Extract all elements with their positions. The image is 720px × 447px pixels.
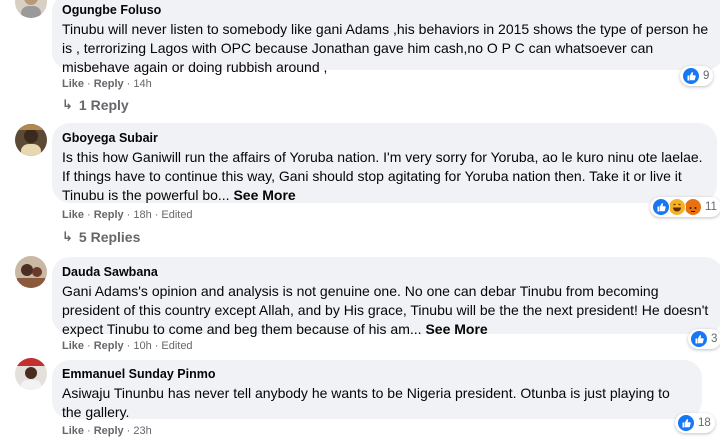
comment-text: Tinubu will never listen to somebody lik… <box>62 21 709 75</box>
reaction-count: 3 <box>711 333 718 345</box>
angry-icon <box>684 198 702 216</box>
avatar[interactable] <box>15 256 47 288</box>
comment-bubble: Dauda Sawbana Gani Adams's opinion and a… <box>52 257 720 337</box>
replies-count: 1 Reply <box>78 97 129 113</box>
edited-label: Edited <box>161 209 193 221</box>
comment-text: Gani Adams's opinion and analysis is not… <box>62 283 709 337</box>
haha-icon <box>668 198 686 216</box>
comment-actions: Like · Reply · 23h <box>62 425 152 437</box>
comment-text: Asiwaju Tinunbu has never tell anybody h… <box>62 385 670 420</box>
comment-bubble: Ogungbe Foluso Tinubu will never listen … <box>52 0 720 75</box>
comment-author[interactable]: Dauda Sawbana <box>62 264 711 280</box>
like-icon <box>682 67 700 85</box>
like-link[interactable]: Like <box>62 340 84 352</box>
reply-link[interactable]: Reply <box>94 340 124 352</box>
edited-label: Edited <box>161 340 193 352</box>
comment-actions: Like · Reply · 14h <box>62 78 152 90</box>
comment-bubble: Emmanuel Sunday Pinmo Asiwaju Tinunbu ha… <box>52 360 702 420</box>
reply-link[interactable]: Reply <box>94 209 124 221</box>
see-more-link[interactable]: See More <box>425 321 487 337</box>
comment-actions: Like · Reply · 10h · Edited <box>62 340 193 352</box>
timestamp[interactable]: 18h <box>133 209 151 221</box>
reaction-count: 18 <box>698 417 711 429</box>
reply-link[interactable]: Reply <box>94 78 124 90</box>
reply-arrow-icon: ↳ <box>62 229 73 244</box>
like-link[interactable]: Like <box>62 78 84 90</box>
comment-author[interactable]: Ogungbe Foluso <box>62 2 712 18</box>
timestamp[interactable]: 10h <box>133 340 151 352</box>
like-link[interactable]: Like <box>62 425 84 437</box>
timestamp[interactable]: 14h <box>133 78 151 90</box>
reaction-count: 11 <box>705 201 717 213</box>
replies-count: 5 Replies <box>78 229 141 245</box>
view-replies-link[interactable]: ↳ 1 Reply <box>62 97 129 113</box>
like-icon <box>690 330 708 348</box>
comment-text: Is this how Ganiwill run the affairs of … <box>62 149 703 203</box>
reactions-badge[interactable]: 9 <box>680 66 714 86</box>
reply-arrow-icon: ↳ <box>62 97 73 112</box>
comment-author[interactable]: Emmanuel Sunday Pinmo <box>62 366 690 382</box>
like-link[interactable]: Like <box>62 209 84 221</box>
timestamp[interactable]: 23h <box>133 425 151 437</box>
avatar[interactable] <box>15 358 47 390</box>
avatar[interactable] <box>15 0 47 18</box>
reaction-count: 9 <box>703 70 710 82</box>
like-icon <box>677 414 695 432</box>
reactions-badge[interactable]: 3 <box>688 329 720 349</box>
like-icon <box>652 198 670 216</box>
comment-actions: Like · Reply · 18h · Edited <box>62 209 193 221</box>
reactions-badge[interactable]: 11 <box>650 197 720 217</box>
comment-bubble: Gboyega Subair Is this how Ganiwill run … <box>52 123 717 203</box>
comment-author[interactable]: Gboyega Subair <box>62 130 705 146</box>
view-replies-link[interactable]: ↳ 5 Replies <box>62 229 140 245</box>
see-more-link[interactable]: See More <box>233 187 295 203</box>
avatar[interactable] <box>15 124 47 156</box>
reactions-badge[interactable]: 18 <box>675 413 715 433</box>
reply-link[interactable]: Reply <box>94 425 124 437</box>
